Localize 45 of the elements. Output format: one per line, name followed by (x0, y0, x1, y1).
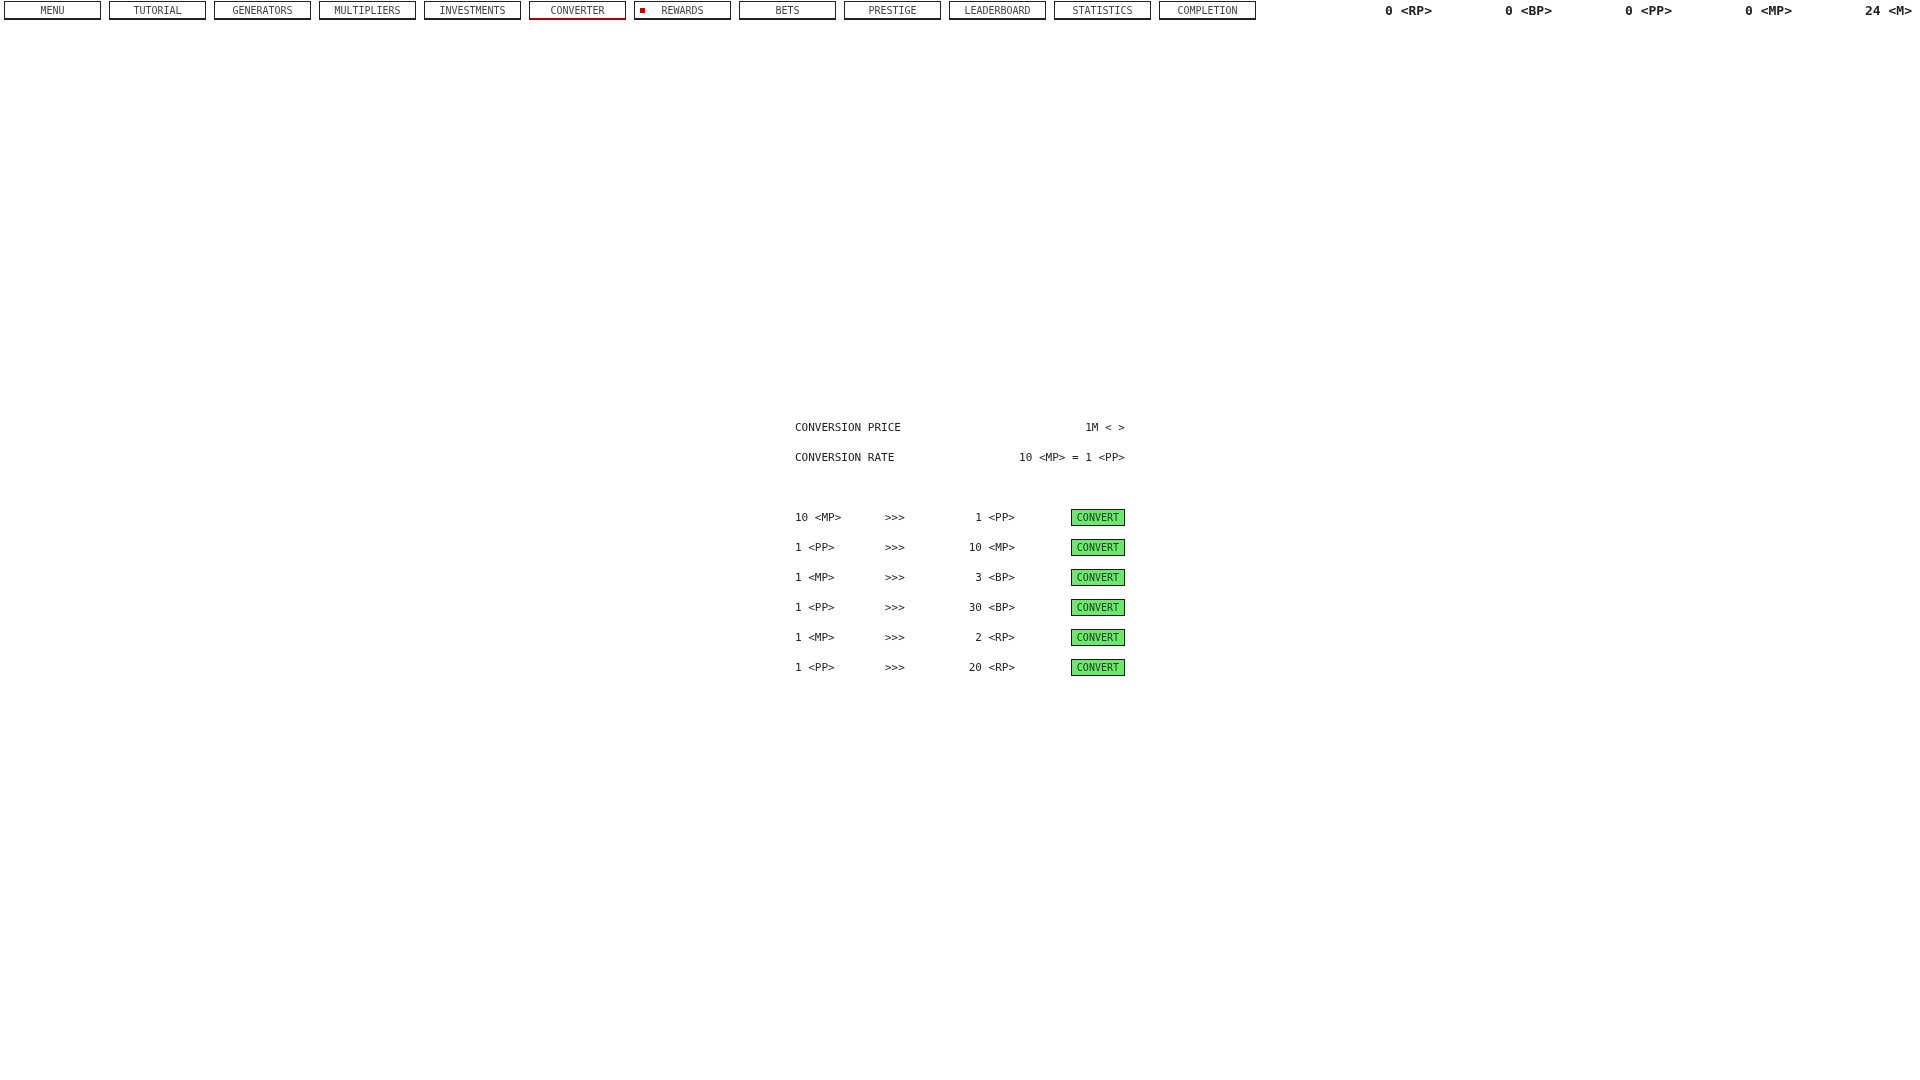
source-amount: 10 <MP> (795, 510, 843, 524)
source-amount: 1 <MP> (795, 630, 836, 644)
arrow-text: >>> (885, 600, 906, 614)
nav-tab[interactable]: PRESTIGE (844, 1, 941, 20)
arrow-text: >>> (885, 660, 906, 674)
convert-button[interactable]: CONVERT (1070, 568, 1125, 586)
nav-tab[interactable]: BETS (739, 1, 836, 20)
convert-button[interactable]: CONVERT (1070, 598, 1125, 616)
target-amount: 1 <PP> (974, 510, 1015, 524)
currency-amount: 24 <M> (1864, 2, 1912, 20)
info-value: 10 <MP> = 1 <PP> (1019, 450, 1125, 464)
nav-tab[interactable]: STATISTICS (1054, 1, 1151, 20)
info-label: CONVERSION PRICE (795, 420, 901, 434)
arrow-text: >>> (885, 630, 906, 644)
source-amount: 1 <PP> (795, 600, 836, 614)
nav-tab[interactable]: GENERATORS (214, 1, 311, 20)
nav-tab[interactable]: MENU (4, 1, 101, 20)
nav-tab[interactable]: TUTORIAL (109, 1, 206, 20)
source-amount: 1 <PP> (795, 660, 836, 674)
currency-amount: 0 <BP> (1504, 2, 1552, 20)
info-value: 1M < > (1085, 420, 1125, 434)
arrow-text: >>> (885, 510, 906, 524)
convert-button[interactable]: CONVERT (1070, 538, 1125, 556)
target-amount: 2 <RP> (974, 630, 1015, 644)
currency-amount: 0 <PP> (1624, 2, 1672, 20)
target-amount: 20 <RP> (967, 660, 1015, 674)
arrow-text: >>> (885, 540, 906, 554)
nav-tab[interactable]: INVESTMENTS (424, 1, 521, 20)
nav-tab[interactable]: REWARDS (634, 1, 731, 20)
convert-button[interactable]: CONVERT (1070, 628, 1125, 646)
nav-tab[interactable]: MULTIPLIERS (319, 1, 416, 20)
nav-tab[interactable]: LEADERBOARD (949, 1, 1046, 20)
nav-tab[interactable]: COMPLETION (1159, 1, 1256, 20)
target-amount: 10 <MP> (967, 540, 1015, 554)
info-label: CONVERSION RATE (795, 450, 895, 464)
currency-amount: 0 <MP> (1744, 2, 1792, 20)
convert-button[interactable]: CONVERT (1070, 508, 1125, 526)
arrow-text: >>> (885, 570, 906, 584)
currency-amount: 0 <RP> (1384, 2, 1432, 20)
nav-tab[interactable]: CONVERTER (529, 1, 626, 20)
target-amount: 3 <BP> (974, 570, 1015, 584)
target-amount: 30 <BP> (967, 600, 1015, 614)
convert-button[interactable]: CONVERT (1070, 658, 1125, 676)
source-amount: 1 <PP> (795, 540, 836, 554)
source-amount: 1 <MP> (795, 570, 836, 584)
